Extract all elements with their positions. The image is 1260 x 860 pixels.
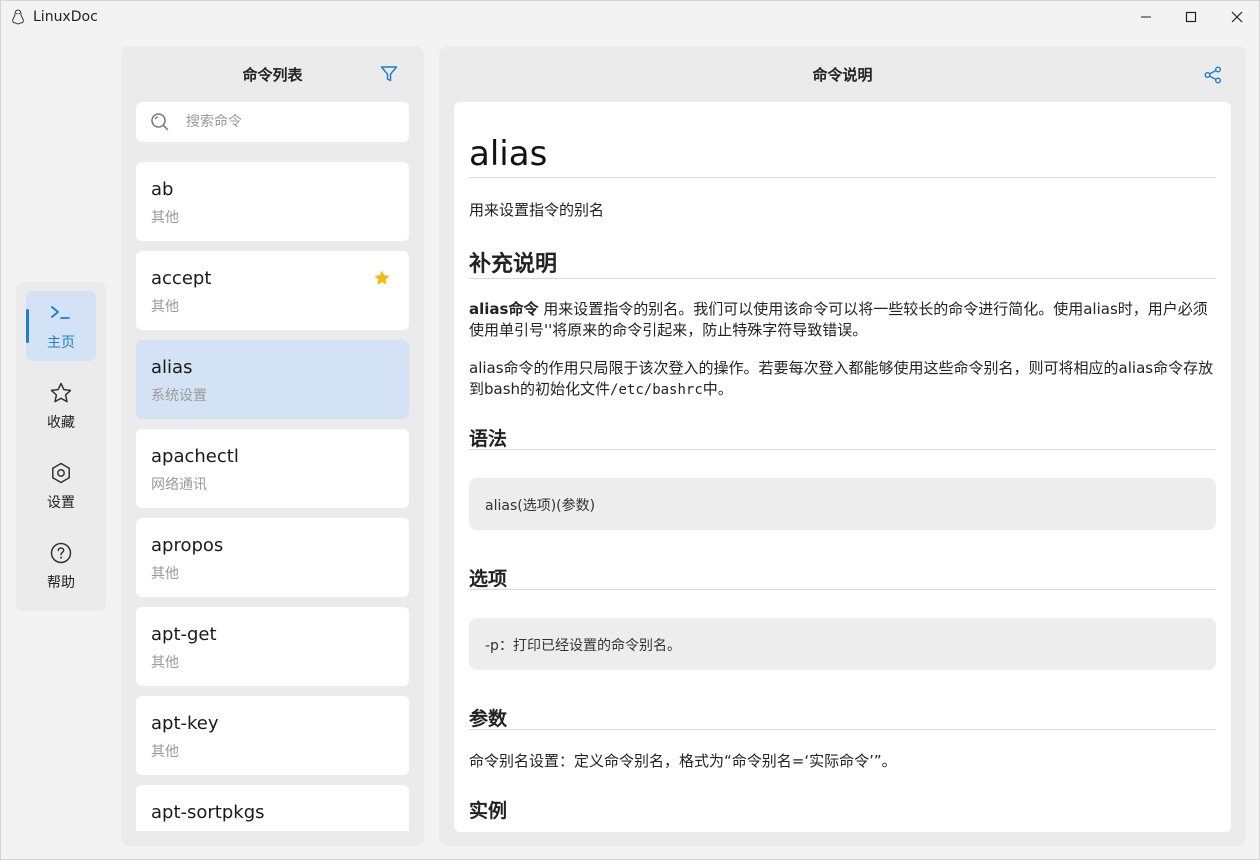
nav-label: 主页 bbox=[47, 335, 75, 351]
bold-term: alias命令 bbox=[469, 300, 539, 318]
divider bbox=[469, 589, 1216, 590]
command-list-panel: 命令列表 ab 其他 accept 其他 alias 系统设置 apache bbox=[121, 46, 424, 846]
filter-button[interactable] bbox=[379, 64, 399, 84]
divider bbox=[469, 278, 1216, 279]
command-category: 其他 bbox=[151, 299, 179, 315]
command-category: 其他 bbox=[151, 210, 179, 226]
paragraph-text: 用来设置指令的别名。我们可以使用该命令可以将一些较长的命令进行简化。使用alia… bbox=[469, 300, 1208, 339]
section-syntax-heading: 语法 bbox=[469, 428, 508, 450]
section-examples-heading: 实例 bbox=[469, 800, 508, 822]
app-window: LinuxDoc 主页 收藏 设置 帮助 命令列表 搜索命令 ab 其他 acc… bbox=[0, 0, 1260, 860]
doc-content: alias 用来设置指令的别名 补充说明 alias命令 用来设置指令的别名。我… bbox=[454, 102, 1231, 832]
command-category: 其他 bbox=[151, 566, 179, 582]
options-code-block: -p：打印已经设置的命令别名。 bbox=[469, 618, 1216, 670]
command-category: 网络通讯 bbox=[151, 477, 207, 493]
command-card-accept[interactable]: accept 其他 bbox=[136, 251, 409, 330]
title-bar: LinuxDoc bbox=[1, 1, 1259, 33]
divider bbox=[469, 177, 1216, 178]
nav-label: 帮助 bbox=[47, 575, 75, 591]
command-card-apt-key[interactable]: apt-key 其他 bbox=[136, 696, 409, 775]
share-icon bbox=[1204, 66, 1221, 84]
nav-rail: 主页 收藏 设置 帮助 bbox=[16, 282, 106, 611]
share-button[interactable] bbox=[1203, 65, 1223, 85]
penguin-icon bbox=[12, 9, 24, 25]
inline-code: /etc/bashrc bbox=[610, 382, 703, 398]
command-name: apt-get bbox=[151, 624, 217, 645]
syntax-code-block: alias(选项)(参数) bbox=[469, 478, 1216, 530]
maximize-button[interactable] bbox=[1168, 1, 1214, 33]
command-name: alias bbox=[151, 357, 193, 378]
minimize-button[interactable] bbox=[1123, 1, 1169, 33]
doc-summary: 用来设置指令的别名 bbox=[469, 201, 605, 219]
star-icon bbox=[48, 380, 74, 406]
app-title: LinuxDoc bbox=[33, 9, 98, 25]
divider bbox=[469, 449, 1216, 450]
section-options-heading: 选项 bbox=[469, 568, 508, 590]
search-box bbox=[136, 102, 409, 142]
favorite-star-icon[interactable] bbox=[373, 269, 391, 287]
nav-label: 收藏 bbox=[47, 415, 75, 431]
paragraph-text: alias命令的作用只局限于该次登入的操作。若要每次登入都能够使用这些命令别名，… bbox=[469, 359, 1214, 398]
command-card-apropos[interactable]: apropos 其他 bbox=[136, 518, 409, 597]
params-text: 命令别名设置：定义命令别名，格式为“命令别名=‘实际命令’”。 bbox=[469, 752, 897, 770]
search-input[interactable] bbox=[186, 102, 396, 142]
section-params-heading: 参数 bbox=[469, 708, 508, 730]
doc-paragraph-2: alias命令的作用只局限于该次登入的操作。若要每次登入都能够使用这些命令别名，… bbox=[469, 358, 1216, 401]
help-icon bbox=[48, 540, 74, 566]
command-name: accept bbox=[151, 268, 212, 289]
terminal-icon bbox=[48, 300, 74, 326]
command-list: ab 其他 accept 其他 alias 系统设置 apachectl 网络通… bbox=[136, 162, 409, 831]
command-card-apt-get[interactable]: apt-get 其他 bbox=[136, 607, 409, 686]
command-detail-panel: 命令说明 alias 用来设置指令的别名 补充说明 alias命令 用来设置指令… bbox=[439, 46, 1246, 846]
detail-title: 命令说明 bbox=[812, 66, 873, 84]
section-supplement-heading: 补充说明 bbox=[469, 252, 558, 277]
nav-item-home[interactable]: 主页 bbox=[26, 291, 96, 361]
nav-item-help[interactable]: 帮助 bbox=[26, 531, 96, 601]
command-category: 系统设置 bbox=[151, 388, 207, 404]
filter-icon bbox=[380, 66, 398, 82]
command-card-alias[interactable]: alias 系统设置 bbox=[136, 340, 409, 419]
command-card-apachectl[interactable]: apachectl 网络通讯 bbox=[136, 429, 409, 508]
close-icon bbox=[1231, 11, 1243, 23]
divider bbox=[469, 729, 1216, 730]
nav-item-settings[interactable]: 设置 bbox=[26, 451, 96, 521]
command-card-ab[interactable]: ab 其他 bbox=[136, 162, 409, 241]
doc-heading: alias bbox=[469, 134, 548, 174]
paragraph-text: 中。 bbox=[702, 380, 733, 398]
command-name: apachectl bbox=[151, 446, 239, 467]
doc-paragraph-1: alias命令 用来设置指令的别名。我们可以使用该命令可以将一些较长的命令进行简… bbox=[469, 299, 1216, 341]
command-category: 其他 bbox=[151, 655, 179, 671]
minimize-icon bbox=[1141, 16, 1151, 18]
command-card-apt-sortpkgs[interactable]: apt-sortpkgs bbox=[136, 785, 409, 831]
command-category: 其他 bbox=[151, 744, 179, 760]
command-name: ab bbox=[151, 179, 174, 200]
search-icon bbox=[151, 113, 169, 131]
gear-icon bbox=[48, 460, 74, 486]
nav-item-favorites[interactable]: 收藏 bbox=[26, 371, 96, 441]
command-name: apt-sortpkgs bbox=[151, 802, 265, 823]
command-name: apropos bbox=[151, 535, 224, 556]
command-name: apt-key bbox=[151, 713, 219, 734]
maximize-icon bbox=[1185, 11, 1197, 23]
close-button[interactable] bbox=[1214, 1, 1260, 33]
nav-label: 设置 bbox=[47, 495, 75, 511]
